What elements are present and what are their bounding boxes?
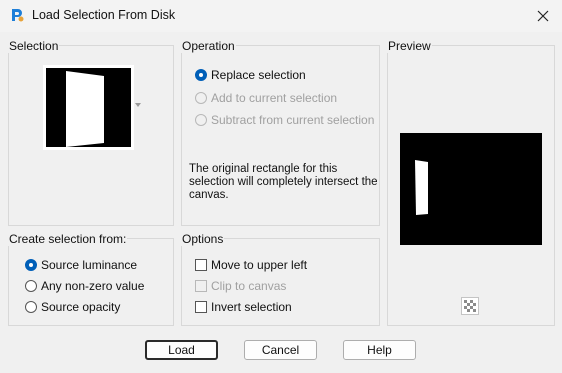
options-group-title: Options (181, 232, 225, 246)
close-icon (537, 10, 549, 22)
source-luminance-label: Source luminance (41, 258, 138, 272)
operation-group-title: Operation (181, 39, 236, 53)
transparency-toggle-button[interactable] (461, 297, 479, 315)
selection-thumbnail-image (46, 68, 131, 147)
subtract-selection-label: Subtract from current selection (211, 113, 375, 127)
selection-thumbnail[interactable] (43, 65, 134, 150)
clip-canvas-label: Clip to canvas (211, 279, 287, 293)
radio-button[interactable] (25, 280, 37, 292)
radio-button[interactable] (195, 114, 207, 126)
source-opacity-radio[interactable]: Source opacity (25, 299, 120, 315)
load-button[interactable]: Load (145, 340, 218, 360)
checkerboard-icon (464, 300, 476, 312)
selection-group-title: Selection (8, 39, 60, 53)
move-upper-left-checkbox[interactable]: Move to upper left (195, 257, 307, 273)
cancel-button[interactable]: Cancel (244, 340, 317, 360)
add-selection-radio[interactable]: Add to current selection (195, 90, 337, 106)
dropdown-arrow-icon[interactable] (135, 103, 141, 107)
create-selection-group-title: Create selection from: (8, 232, 128, 246)
replace-selection-label: Replace selection (211, 68, 306, 82)
selection-group: Selection (8, 39, 174, 226)
checkbox[interactable] (195, 280, 207, 292)
preview-group: Preview (387, 39, 555, 326)
checkbox[interactable] (195, 259, 207, 271)
operation-info-text: The original rectangle for this selectio… (189, 163, 378, 201)
app-icon (12, 9, 24, 22)
preview-canvas (400, 133, 542, 245)
clip-canvas-checkbox[interactable]: Clip to canvas (195, 278, 286, 294)
subtract-selection-radio[interactable]: Subtract from current selection (195, 112, 374, 128)
radio-button[interactable] (25, 259, 37, 271)
add-selection-label: Add to current selection (211, 91, 338, 105)
any-nonzero-radio[interactable]: Any non-zero value (25, 278, 144, 294)
radio-button[interactable] (195, 69, 207, 81)
radio-button[interactable] (25, 301, 37, 313)
any-nonzero-label: Any non-zero value (41, 279, 145, 293)
replace-selection-radio[interactable]: Replace selection (195, 67, 306, 83)
checkbox[interactable] (195, 301, 207, 313)
window-title: Load Selection From Disk (32, 8, 176, 22)
source-opacity-label: Source opacity (41, 300, 121, 314)
invert-selection-label: Invert selection (211, 300, 292, 314)
title-bar: Load Selection From Disk (0, 0, 562, 32)
help-button[interactable]: Help (343, 340, 416, 360)
invert-selection-checkbox[interactable]: Invert selection (195, 299, 292, 315)
close-button[interactable] (530, 3, 556, 29)
move-upper-left-label: Move to upper left (211, 258, 308, 272)
radio-button[interactable] (195, 92, 207, 104)
preview-group-title: Preview (387, 39, 432, 53)
source-luminance-radio[interactable]: Source luminance (25, 257, 137, 273)
